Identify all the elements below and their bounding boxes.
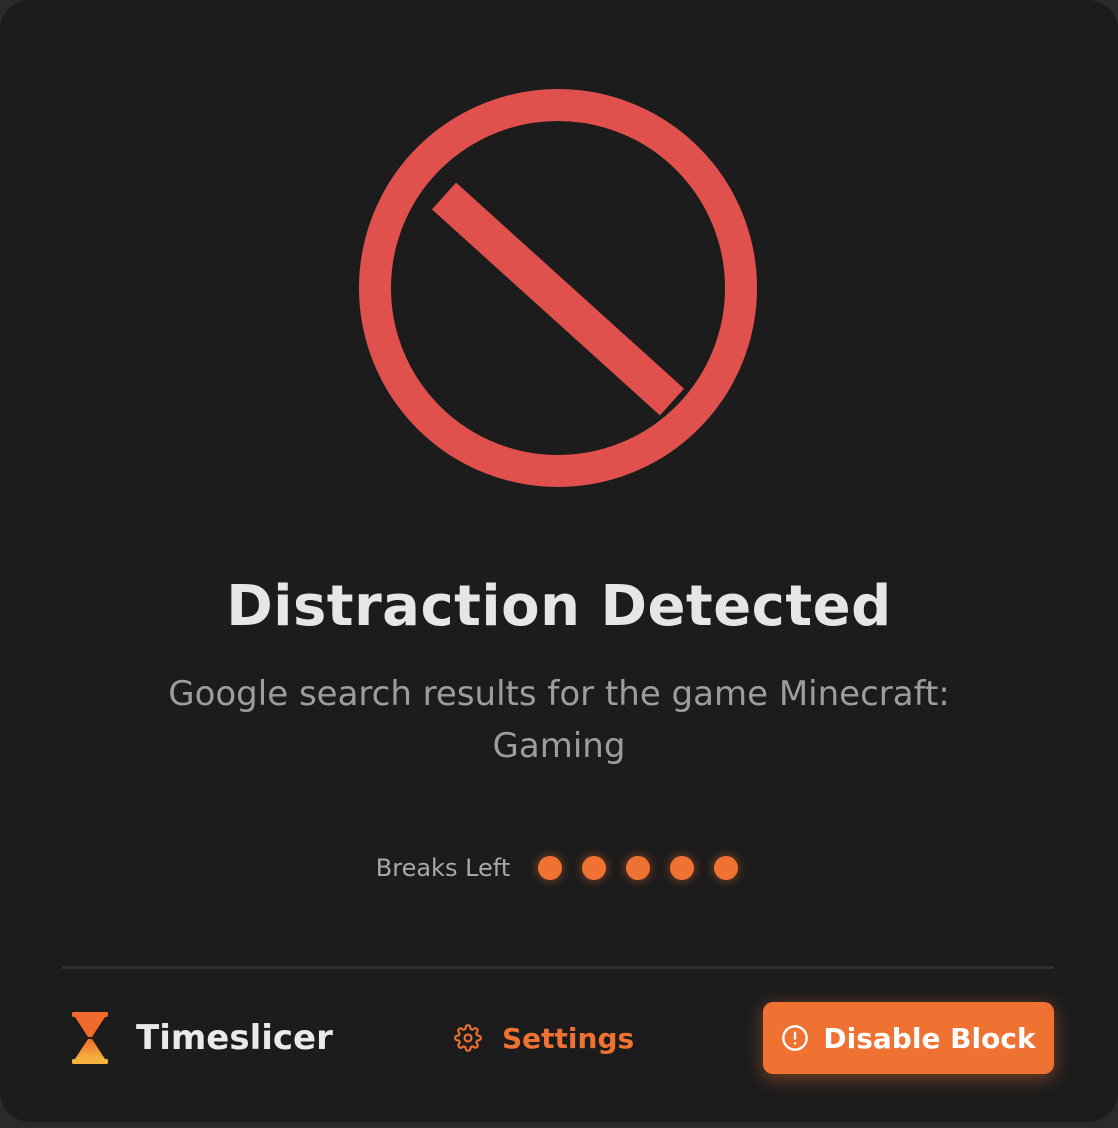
hourglass-icon <box>72 1012 108 1064</box>
settings-label: Settings <box>502 1021 635 1055</box>
gear-icon <box>454 1024 482 1052</box>
break-dot <box>626 856 651 880</box>
block-description: Google search results for the game Minec… <box>168 674 950 766</box>
breaks-left-indicator: Breaks Left <box>0 848 1118 888</box>
breaks-left-label: Breaks Left <box>375 854 511 882</box>
break-dot <box>538 856 563 880</box>
break-dot <box>582 856 607 880</box>
brand: Timeslicer <box>70 1010 333 1066</box>
footer-divider <box>62 966 1054 969</box>
disable-block-label: Disable Block <box>823 1021 1036 1055</box>
prohibited-icon <box>359 89 757 487</box>
disable-block-button[interactable]: Disable Block <box>763 1002 1054 1074</box>
break-dot <box>714 856 739 880</box>
brand-name: Timeslicer <box>136 1018 333 1058</box>
settings-button[interactable]: Settings <box>454 1016 634 1060</box>
block-card: Distraction Detected Google search resul… <box>0 0 1118 1122</box>
alert-circle-icon <box>782 1025 809 1051</box>
break-dot <box>670 856 695 880</box>
page-title: Distraction Detected <box>226 574 892 639</box>
